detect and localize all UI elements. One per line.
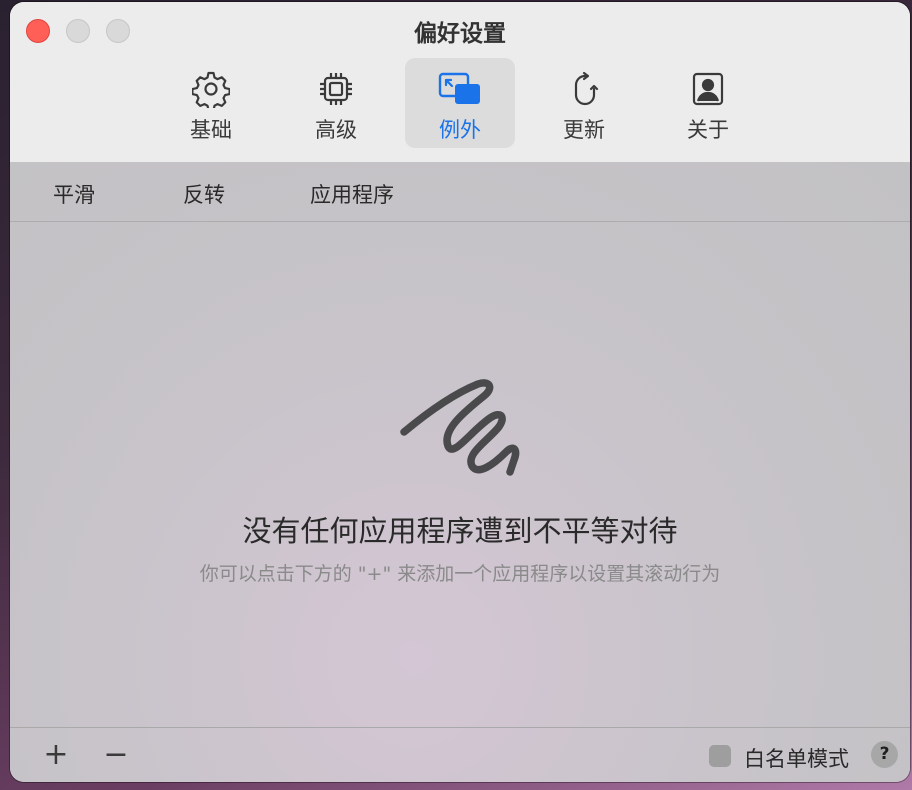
tab-basic[interactable]: 基础 <box>156 58 266 148</box>
whitelist-mode-label[interactable]: 白名单模式 <box>744 743 849 773</box>
column-header-reverse[interactable]: 反转 <box>183 179 225 209</box>
column-header-application[interactable]: 应用程序 <box>310 179 394 209</box>
title-bar: 偏好设置 基础 高级 例外 更新 关于 <box>10 2 910 162</box>
tab-update-label: 更新 <box>563 118 605 142</box>
whitelist-mode-checkbox[interactable] <box>709 745 731 767</box>
add-application-button[interactable]: + <box>40 740 72 772</box>
tab-basic-label: 基础 <box>190 118 232 142</box>
cpu-chip-icon <box>320 73 352 105</box>
tab-exceptions-label: 例外 <box>439 118 481 142</box>
help-button[interactable]: ? <box>871 741 898 768</box>
preferences-window: 偏好设置 基础 高级 例外 更新 关于 平滑 反转 应用程序 没有任何应用程序遭… <box>10 2 910 782</box>
empty-state-title: 没有任何应用程序遭到不平等对待 <box>242 514 678 548</box>
tab-advanced-label: 高级 <box>315 118 357 142</box>
scribble-icon <box>400 379 520 476</box>
tab-about[interactable]: 关于 <box>653 58 763 148</box>
remove-application-button[interactable]: − <box>100 740 132 772</box>
windows-exception-icon <box>438 72 480 104</box>
table-header: 平滑 反转 应用程序 <box>10 162 910 222</box>
gear-icon <box>192 71 230 108</box>
empty-state-subtitle: 你可以点击下方的 "+" 来添加一个应用程序以设置其滚动行为 <box>199 563 721 585</box>
column-header-smooth[interactable]: 平滑 <box>53 179 95 209</box>
preferences-toolbar: 基础 高级 例外 更新 关于 <box>10 58 910 150</box>
window-title: 偏好设置 <box>414 21 506 47</box>
refresh-icon <box>574 71 599 106</box>
bottom-bar: + − 白名单模式 ? <box>10 727 910 782</box>
exceptions-panel: 平滑 反转 应用程序 没有任何应用程序遭到不平等对待 你可以点击下方的 "+" … <box>10 162 910 782</box>
tab-advanced[interactable]: 高级 <box>281 58 391 148</box>
person-icon <box>692 72 724 106</box>
tab-about-label: 关于 <box>687 118 729 142</box>
tab-exceptions[interactable]: 例外 <box>405 58 515 148</box>
tab-update[interactable]: 更新 <box>529 58 639 148</box>
